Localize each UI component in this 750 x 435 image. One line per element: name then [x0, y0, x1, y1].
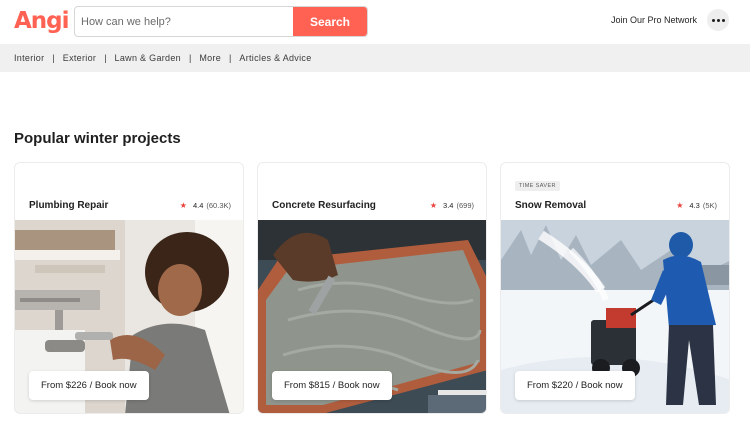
book-now-button[interactable]: From $815 / Book now	[272, 371, 392, 400]
nav-item-exterior[interactable]: Exterior	[63, 53, 96, 63]
rating-value: 4.3	[689, 201, 700, 210]
nav-item-more[interactable]: More	[199, 53, 221, 63]
nav-item-interior[interactable]: Interior	[14, 53, 44, 63]
card-title: Concrete Resurfacing	[272, 200, 376, 211]
time-saver-badge: TIME SAVER	[515, 181, 560, 191]
review-count: (5K)	[702, 201, 717, 210]
nav-separator: |	[52, 53, 55, 63]
join-pro-network-link[interactable]: Join Our Pro Network	[611, 15, 697, 25]
nav-separator: |	[229, 53, 232, 63]
book-now-button[interactable]: From $220 / Book now	[515, 371, 635, 400]
nav-item-lawn-garden[interactable]: Lawn & Garden	[115, 53, 181, 63]
project-card-concrete-resurfacing[interactable]: Concrete Resurfacing ★ 3.4 (699) From $8…	[257, 162, 487, 414]
card-rating: ★ 4.4 (60.3K)	[180, 201, 231, 210]
nav-separator: |	[188, 53, 192, 63]
nav-item-articles-advice[interactable]: Articles & Advice	[239, 53, 311, 63]
nav-separator: |	[104, 53, 107, 63]
rating-value: 4.4	[192, 201, 204, 210]
project-card-plumbing-repair[interactable]: Plumbing Repair ★ 4.4 (60.3K) From $226	[14, 162, 244, 414]
star-icon: ★	[179, 201, 187, 210]
more-dots-icon-dot	[716, 18, 720, 22]
star-icon: ★	[429, 201, 438, 210]
book-now-button[interactable]: From $226 / Book now	[29, 371, 149, 400]
search-input[interactable]	[75, 7, 295, 36]
card-header: Concrete Resurfacing ★ 3.4 (699)	[258, 163, 486, 220]
category-nav: Interior | Exterior | Lawn & Garden | Mo…	[0, 44, 750, 72]
card-header: Plumbing Repair ★ 4.4 (60.3K)	[15, 163, 243, 220]
more-dots-icon-dot	[721, 18, 725, 22]
project-card-snow-removal[interactable]: TIME SAVER Snow Removal ★ 4.3 (5K) From …	[500, 162, 730, 414]
star-icon: ★	[676, 201, 684, 210]
card-title: Plumbing Repair	[29, 200, 109, 211]
search-bar: Search	[74, 6, 368, 37]
card-header: TIME SAVER Snow Removal ★ 4.3 (5K)	[501, 163, 729, 220]
review-count: (60.3K)	[206, 201, 231, 210]
more-dots-icon	[711, 18, 715, 22]
angi-logo[interactable]: Angi	[14, 6, 70, 36]
card-rating: ★ 4.3 (5K)	[676, 201, 717, 210]
top-header: Angi Search Join Our Pro Network	[0, 0, 750, 44]
card-rating: ★ 3.4 (699)	[430, 201, 474, 210]
rating-value: 3.4	[443, 201, 454, 210]
more-menu-button[interactable]	[707, 9, 729, 31]
card-title: Snow Removal	[515, 200, 587, 211]
search-button[interactable]: Search	[293, 7, 367, 36]
review-count: (699)	[456, 201, 474, 210]
section-title: Popular winter projects	[14, 130, 181, 147]
